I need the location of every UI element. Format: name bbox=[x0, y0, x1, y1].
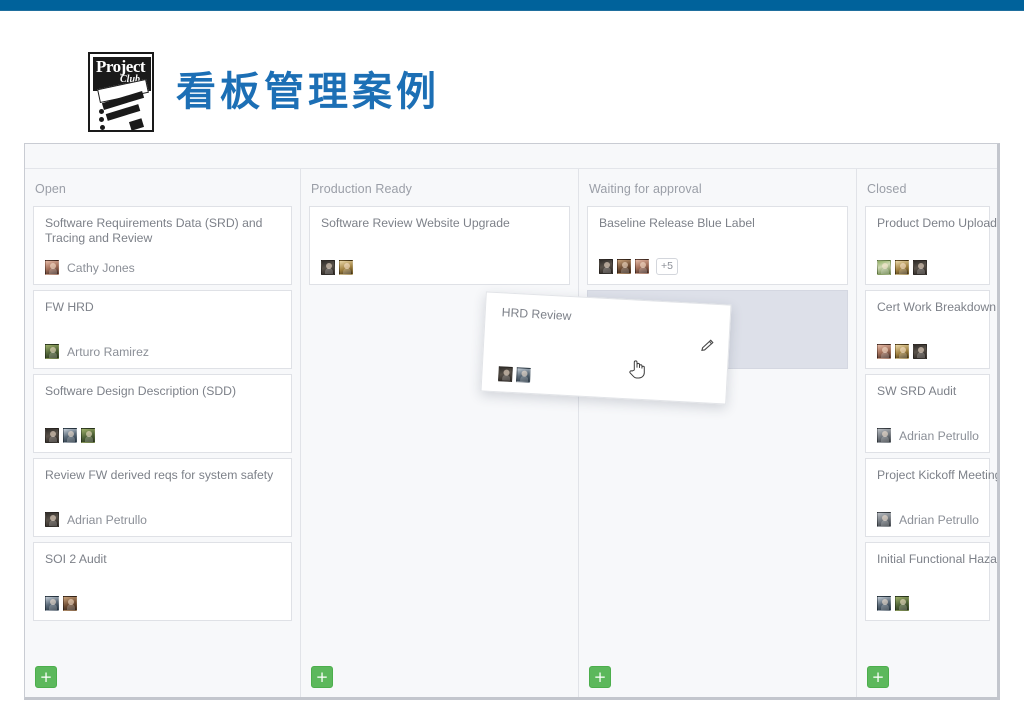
project-club-logo: Project Club bbox=[88, 52, 154, 132]
kanban-card[interactable]: SOI 2 Audit bbox=[33, 542, 292, 621]
avatar bbox=[45, 512, 59, 527]
column-card-list: Product Demo Upload Cert Work Breakdown S… bbox=[857, 206, 998, 666]
card-title: Cert Work Breakdown Stru bbox=[877, 300, 997, 314]
avatar bbox=[913, 344, 927, 359]
card-assignee-name: Cathy Jones bbox=[67, 260, 135, 275]
avatar bbox=[45, 344, 59, 359]
avatar bbox=[617, 259, 631, 274]
card-assignee-name: Adrian Petrullo bbox=[899, 512, 979, 527]
card-assignee-name: Adrian Petrullo bbox=[67, 512, 147, 527]
kanban-column: Open Software Requirements Data (SRD) and… bbox=[25, 169, 301, 697]
column-footer: + bbox=[25, 666, 300, 697]
avatar bbox=[877, 596, 891, 611]
column-footer: + bbox=[301, 666, 578, 697]
card-footer bbox=[877, 338, 979, 359]
card-assignee-name: Arturo Ramirez bbox=[67, 344, 149, 359]
card-footer bbox=[321, 254, 559, 275]
kanban-card[interactable]: Review FW derived reqs for system safety… bbox=[33, 458, 292, 537]
avatar bbox=[895, 344, 909, 359]
kanban-card[interactable]: Project Kickoff Meeting - In Adrian Petru… bbox=[865, 458, 998, 537]
avatar-overflow-badge: +5 bbox=[656, 258, 678, 275]
card-title: Review FW derived reqs for system safety bbox=[45, 468, 274, 482]
kanban-card[interactable]: Baseline Release Blue Label +5 bbox=[587, 206, 848, 285]
kanban-card[interactable]: Cert Work Breakdown Stru bbox=[865, 290, 997, 369]
card-assignee-name: Adrian Petrullo bbox=[899, 428, 979, 443]
column-title: Closed bbox=[867, 182, 907, 196]
kanban-card[interactable]: Product Demo Upload bbox=[865, 206, 997, 285]
column-footer: + bbox=[857, 666, 997, 697]
avatar bbox=[635, 259, 649, 274]
avatar bbox=[877, 512, 891, 527]
avatar bbox=[895, 596, 909, 611]
avatar bbox=[516, 367, 531, 383]
add-card-button[interactable]: + bbox=[35, 666, 57, 688]
avatar bbox=[877, 428, 891, 443]
card-footer: +5 bbox=[599, 252, 837, 275]
board-toolbar-strip bbox=[25, 144, 997, 169]
kanban-card[interactable]: FW HRD Arturo Ramirez bbox=[33, 290, 292, 369]
kanban-board: Open Software Requirements Data (SRD) and… bbox=[24, 143, 1000, 700]
kanban-columns: Open Software Requirements Data (SRD) and… bbox=[25, 169, 998, 697]
card-footer: Arturo Ramirez bbox=[45, 338, 281, 359]
card-footer bbox=[877, 254, 979, 275]
avatar bbox=[895, 260, 909, 275]
pencil-icon[interactable] bbox=[700, 338, 715, 353]
card-title: SOI 2 Audit bbox=[45, 552, 107, 566]
kanban-card[interactable]: SW SRD Audit Adrian Petrullo bbox=[865, 374, 990, 453]
card-footer bbox=[45, 422, 281, 443]
card-footer bbox=[877, 590, 979, 611]
card-title: Product Demo Upload bbox=[877, 216, 997, 230]
card-title: Baseline Release Blue Label bbox=[599, 216, 755, 230]
avatar bbox=[913, 260, 927, 275]
avatar bbox=[877, 344, 891, 359]
avatar bbox=[599, 259, 613, 274]
avatar bbox=[877, 260, 891, 275]
card-title: Software Review Website Upgrade bbox=[321, 216, 510, 230]
column-title: Production Ready bbox=[311, 182, 412, 196]
avatar bbox=[498, 366, 513, 382]
dragged-card-title: HRD Review bbox=[501, 305, 572, 324]
kanban-column: Production Ready Software Review Website … bbox=[301, 169, 579, 697]
add-card-button[interactable]: + bbox=[867, 666, 889, 688]
dragged-card-hrd-review[interactable]: HRD Review bbox=[480, 291, 732, 405]
avatar bbox=[45, 260, 59, 275]
card-footer bbox=[45, 590, 281, 611]
kanban-card[interactable]: Software Design Description (SDD) bbox=[33, 374, 292, 453]
card-title: SW SRD Audit bbox=[877, 384, 957, 398]
card-footer: Cathy Jones bbox=[45, 254, 281, 275]
column-title: Waiting for approval bbox=[589, 182, 702, 196]
avatar bbox=[339, 260, 353, 275]
page-title: 看板管理案例 bbox=[176, 70, 440, 114]
kanban-card[interactable]: Initial Functional Hazard A bbox=[865, 542, 997, 621]
dragged-card-avatars bbox=[498, 366, 712, 393]
card-title: Software Design Description (SDD) bbox=[45, 384, 237, 398]
add-card-button[interactable]: + bbox=[589, 666, 611, 688]
avatar bbox=[321, 260, 335, 275]
brand-header: Project Club 看板管理案例 bbox=[88, 52, 440, 132]
avatar bbox=[45, 596, 59, 611]
avatar bbox=[81, 428, 95, 443]
card-footer: Adrian Petrullo bbox=[877, 422, 979, 443]
card-footer: Adrian Petrullo bbox=[45, 506, 281, 527]
kanban-column: Waiting for approval Baseline Release Blu… bbox=[579, 169, 857, 697]
avatar bbox=[63, 596, 77, 611]
pointing-hand-cursor bbox=[628, 357, 646, 381]
kanban-card[interactable]: Software Requirements Data (SRD) and Tra… bbox=[33, 206, 292, 285]
kanban-column: Closed Product Demo Upload Cert Work Break… bbox=[857, 169, 998, 697]
column-card-list: Software Review Website Upgrade bbox=[301, 206, 578, 666]
add-card-button[interactable]: + bbox=[311, 666, 333, 688]
card-title: Initial Functional Hazard A bbox=[877, 552, 997, 566]
avatar bbox=[45, 428, 59, 443]
card-footer: Adrian Petrullo bbox=[877, 506, 979, 527]
column-card-list: Baseline Release Blue Label +5 bbox=[579, 206, 856, 666]
card-title: FW HRD bbox=[45, 300, 94, 314]
card-title: Software Requirements Data (SRD) and Tra… bbox=[45, 216, 263, 245]
column-title: Open bbox=[35, 182, 66, 196]
card-title: Project Kickoff Meeting - In bbox=[877, 468, 998, 482]
column-card-list: Software Requirements Data (SRD) and Tra… bbox=[25, 206, 300, 666]
kanban-card[interactable]: Software Review Website Upgrade bbox=[309, 206, 570, 285]
avatar bbox=[63, 428, 77, 443]
top-blue-bar bbox=[0, 0, 1024, 11]
column-footer: + bbox=[579, 666, 856, 697]
